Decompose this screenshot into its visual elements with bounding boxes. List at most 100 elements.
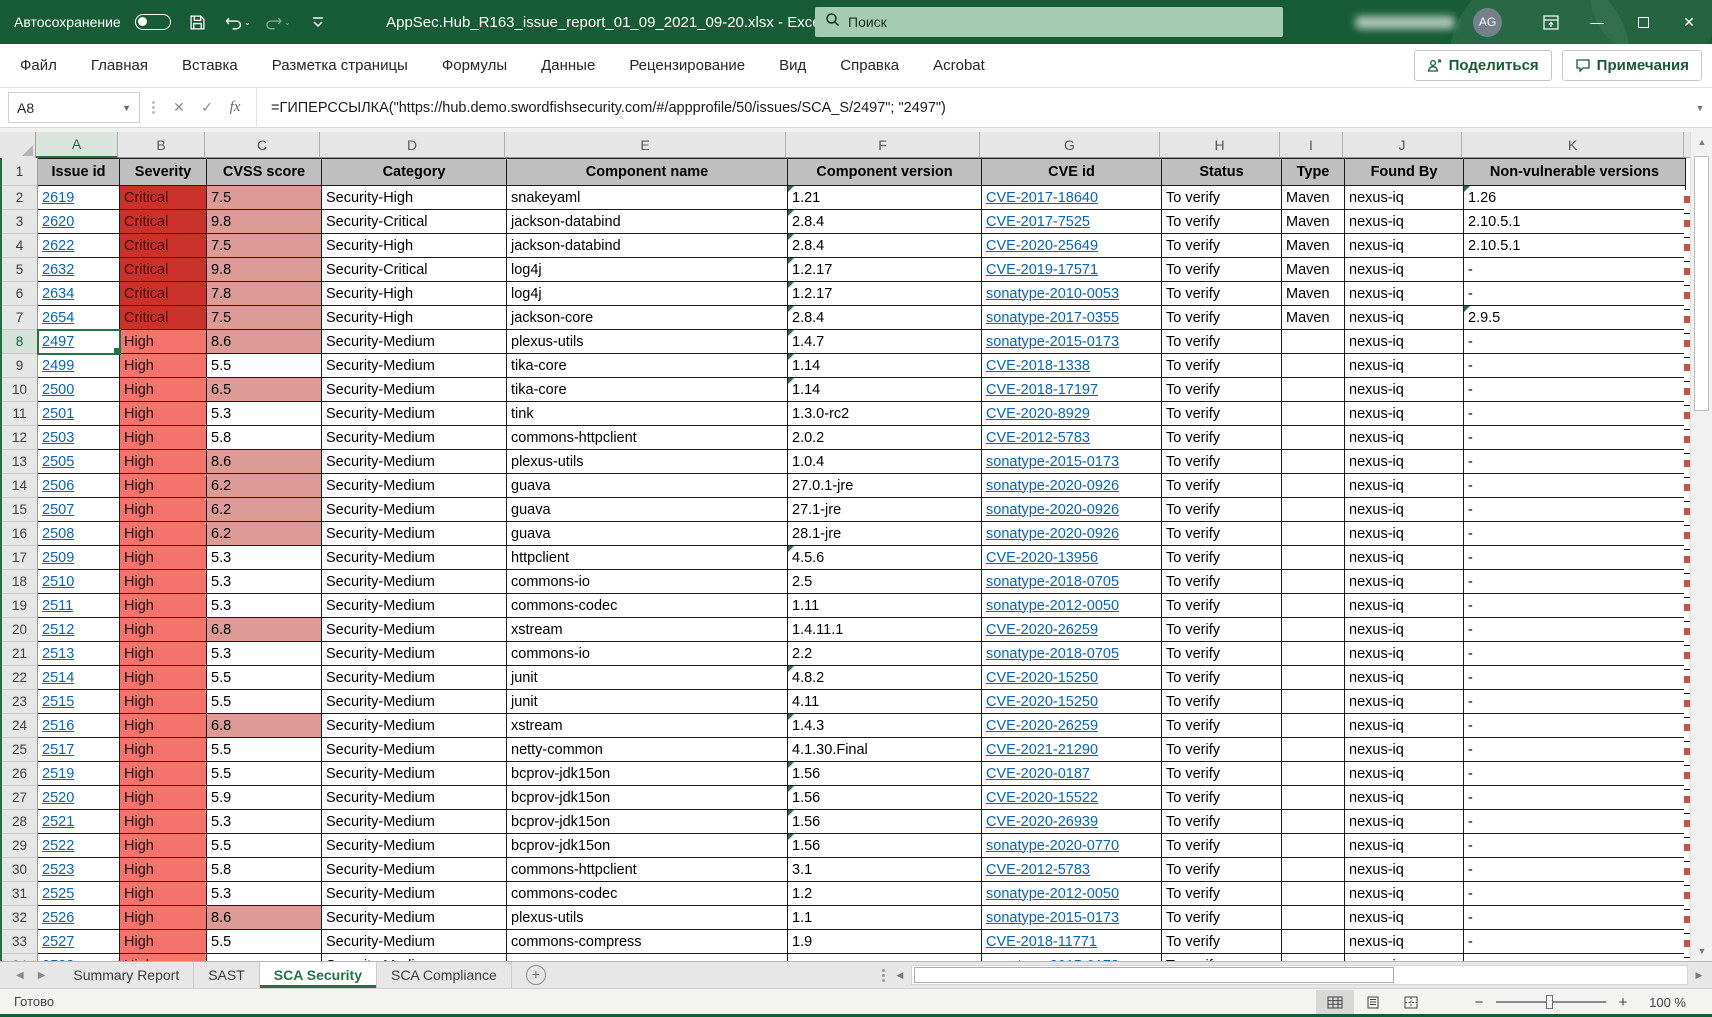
cell-non-vulnerable-versions[interactable]: - [1464,282,1686,306]
cell-severity[interactable]: High [120,738,207,762]
search-box[interactable]: Поиск [815,7,1283,37]
cell-status[interactable]: To verify [1162,234,1282,258]
cell-status[interactable]: To verify [1162,858,1282,882]
cell-status[interactable]: To verify [1162,810,1282,834]
cell-issue-id[interactable]: 2526 [38,906,120,930]
cell-found-by[interactable]: nexus-iq [1345,762,1464,786]
cell-cvss-score[interactable] [207,954,322,961]
tab-scroll-splitter[interactable] [876,962,891,988]
cell-severity[interactable]: Critical [120,258,207,282]
cell-category[interactable]: Security-High [322,186,507,210]
cell-severity[interactable]: Critical [120,186,207,210]
cell-component-version[interactable]: 1.2 [788,882,982,906]
cell-found-by[interactable]: nexus-iq [1345,930,1464,954]
sheet-nav-left-icon[interactable]: ◀ [16,970,24,981]
cell-issue-id[interactable]: 2619 [38,186,120,210]
cell-status[interactable]: To verify [1162,282,1282,306]
cell-component-version[interactable]: 4.5.6 [788,546,982,570]
cell-cve-id[interactable]: sonatype-2010-0053 [982,282,1162,306]
cve-link[interactable]: sonatype-2018-0705 [986,574,1119,590]
cell-non-vulnerable-versions[interactable]: - [1464,450,1686,474]
cell-found-by[interactable]: nexus-iq [1345,690,1464,714]
row-header[interactable]: 27 [2,786,38,810]
cell-cve-id[interactable]: CVE-2018-1338 [982,354,1162,378]
issue-link[interactable]: 2521 [42,814,74,830]
cell-component-version[interactable]: 1.56 [788,786,982,810]
cell-issue-id[interactable]: 2528 [38,954,120,961]
cve-link[interactable]: sonatype-2015-0173 [986,454,1119,470]
cell-cvss-score[interactable]: 5.3 [207,570,322,594]
sheet-tab-summary-report[interactable]: Summary Report [59,962,194,988]
normal-view-icon[interactable] [1316,990,1354,1014]
cell-type[interactable] [1282,906,1345,930]
cell-component-version[interactable]: 1.11 [788,594,982,618]
cve-link[interactable]: CVE-2020-26259 [986,718,1098,734]
cell-type[interactable] [1282,474,1345,498]
minimize-button[interactable]: — [1574,0,1620,44]
cell-component-name[interactable]: log4j [507,282,788,306]
cell-status[interactable]: To verify [1162,426,1282,450]
cell-component-version[interactable] [788,954,982,961]
cell-cve-id[interactable]: CVE-2020-26259 [982,618,1162,642]
issue-link[interactable]: 2505 [42,454,74,470]
sheet-nav-right-icon[interactable]: ▶ [38,970,46,981]
cell-severity[interactable]: Critical [120,210,207,234]
cell-issue-id[interactable]: 2503 [38,426,120,450]
cell-category[interactable]: Security-Medium [322,642,507,666]
cell-non-vulnerable-versions[interactable]: - [1464,930,1686,954]
cell-component-name[interactable]: guava [507,498,788,522]
cell-component-name[interactable]: plexus-utils [507,906,788,930]
cell-status[interactable]: To verify [1162,546,1282,570]
cell-component-name[interactable]: guava [507,522,788,546]
cve-link[interactable]: CVE-2020-15250 [986,694,1098,710]
cell-cve-id[interactable]: CVE-2012-5783 [982,426,1162,450]
cell-found-by[interactable]: nexus-iq [1345,570,1464,594]
cell-cvss-score[interactable]: 5.8 [207,426,322,450]
cell-cve-id[interactable]: CVE-2020-8929 [982,402,1162,426]
issue-link[interactable]: 2520 [42,790,74,806]
issue-link[interactable]: 2619 [42,190,74,206]
cell-non-vulnerable-versions[interactable]: - [1464,666,1686,690]
ribbon-tab-acrobat[interactable]: Acrobat [933,57,985,74]
ribbon-tab-справка[interactable]: Справка [840,57,899,74]
cell-type[interactable] [1282,594,1345,618]
cell-severity[interactable]: High [120,618,207,642]
cell-cve-id[interactable]: CVE-2020-26939 [982,810,1162,834]
cell-component-name[interactable]: junit [507,690,788,714]
cell-issue-id[interactable]: 2519 [38,762,120,786]
cell-found-by[interactable]: nexus-iq [1345,882,1464,906]
column-header-I[interactable]: I [1280,132,1343,158]
cell-issue-id[interactable]: 2527 [38,930,120,954]
cell-status[interactable]: To verify [1162,450,1282,474]
header-cell-G[interactable]: CVE id [982,158,1162,186]
cell-cvss-score[interactable]: 5.5 [207,666,322,690]
issue-link[interactable]: 2523 [42,862,74,878]
cve-link[interactable]: sonatype-2020-0770 [986,838,1119,854]
cell-found-by[interactable]: nexus-iq [1345,642,1464,666]
zoom-out-icon[interactable]: − [1472,994,1486,1011]
close-button[interactable]: ✕ [1666,0,1712,44]
cell-type[interactable] [1282,810,1345,834]
cell-component-version[interactable]: 1.14 [788,378,982,402]
row-header[interactable]: 14 [2,474,38,498]
column-header-B[interactable]: B [118,132,205,158]
cell-found-by[interactable]: nexus-iq [1345,426,1464,450]
issue-link[interactable]: 2509 [42,550,74,566]
cell-cvss-score[interactable]: 5.5 [207,930,322,954]
cell-found-by[interactable]: nexus-iq [1345,258,1464,282]
row-header[interactable]: 7 [2,306,38,330]
cell-type[interactable] [1282,954,1345,961]
cell-severity[interactable]: High [120,930,207,954]
cell-cve-id[interactable]: CVE-2020-13956 [982,546,1162,570]
cell-severity[interactable]: High [120,402,207,426]
cell-cvss-score[interactable]: 5.3 [207,642,322,666]
cell-non-vulnerable-versions[interactable]: - [1464,906,1686,930]
cell-category[interactable]: Security-High [322,282,507,306]
cell-non-vulnerable-versions[interactable]: - [1464,258,1686,282]
cell-component-version[interactable]: 1.9 [788,930,982,954]
cell-found-by[interactable]: nexus-iq [1345,354,1464,378]
cell-category[interactable]: Security-High [322,234,507,258]
cell-found-by[interactable]: nexus-iq [1345,522,1464,546]
cell-non-vulnerable-versions[interactable]: - [1464,834,1686,858]
cve-link[interactable]: sonatype-2015-0173 [986,334,1119,350]
